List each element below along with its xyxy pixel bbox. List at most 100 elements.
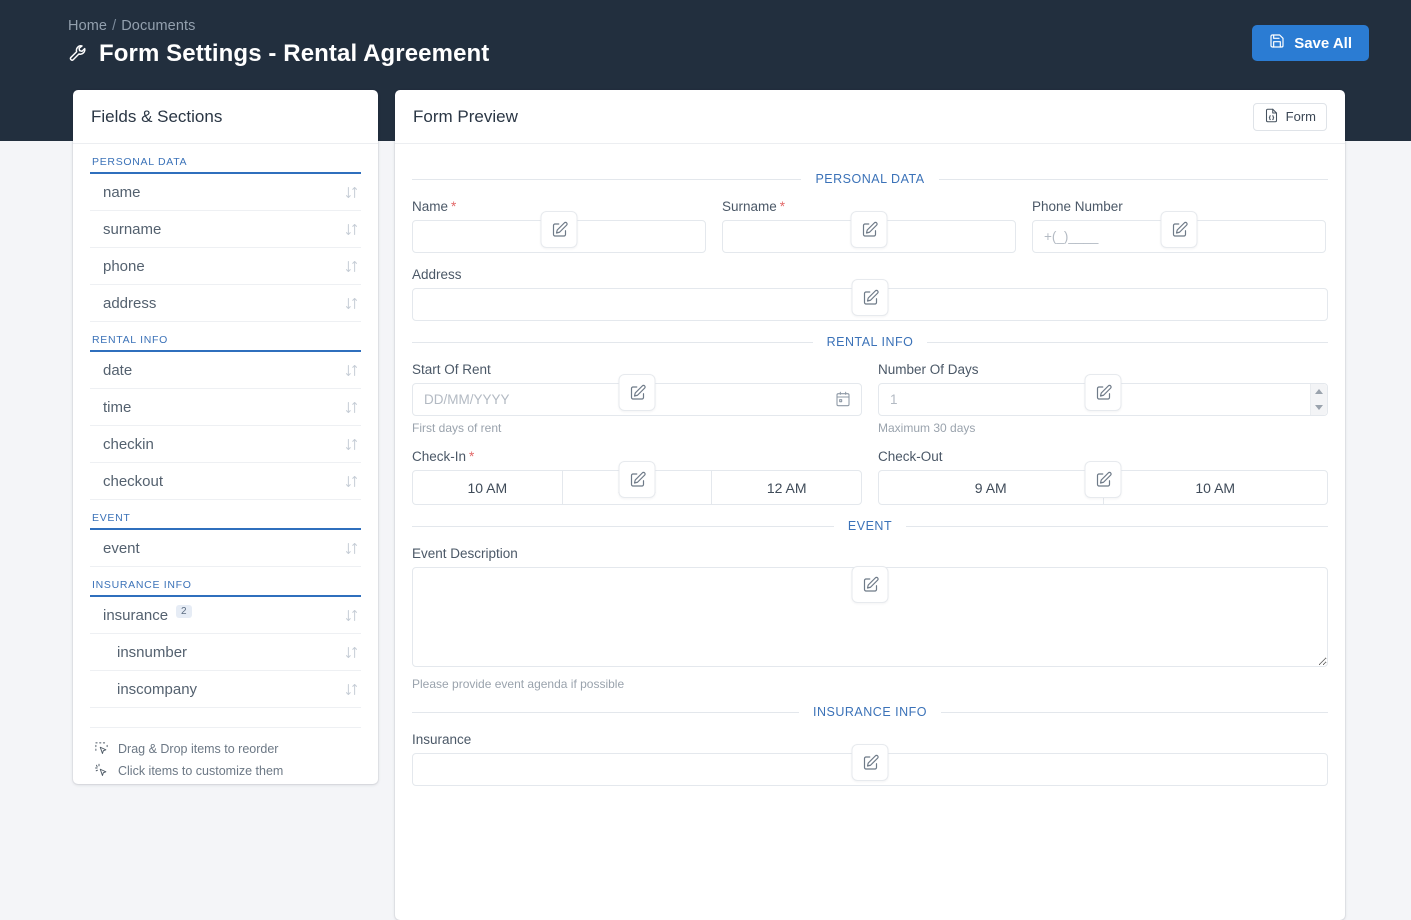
field-name-text: name (103, 184, 141, 201)
sort-updown-icon[interactable] (344, 400, 359, 415)
sort-updown-icon[interactable] (344, 185, 359, 200)
number-spinner[interactable] (1310, 384, 1327, 415)
field-name-text: time (103, 399, 131, 416)
field-row-label: insurance2 (103, 607, 192, 624)
field-label-text: Event Description (412, 546, 518, 561)
hint-item: Click items to customize them (94, 763, 357, 778)
sidebar-header: Fields & Sections (73, 90, 378, 144)
section-header-personal-data: Personal Data (90, 144, 361, 174)
divider-line-left (412, 342, 813, 343)
sort-updown-icon[interactable] (344, 222, 359, 237)
preview-header: Form Preview Form (395, 90, 1345, 144)
sort-updown-icon[interactable] (344, 474, 359, 489)
divider-label: Insurance Info (813, 705, 927, 719)
field-helper-text: Maximum 30 days (878, 421, 1328, 435)
sort-updown-icon[interactable] (344, 296, 359, 311)
save-all-button[interactable]: Save All (1252, 25, 1369, 61)
field-row-group: Event DescriptionPlease provide event ag… (412, 546, 1328, 691)
preview-body: Personal DataName*Surname*Phone NumberAd… (395, 144, 1345, 786)
field-name-text: insnumber (117, 644, 187, 661)
edit-pencil-square-icon[interactable] (1085, 374, 1122, 411)
field-row[interactable]: insnumber (90, 634, 361, 671)
field-row[interactable]: date (90, 352, 361, 389)
field-row-label: address (103, 295, 156, 312)
sidebar-hints: Drag & Drop items to reorderClick items … (90, 727, 361, 778)
segment-option[interactable]: 10 AM (1104, 471, 1328, 504)
field-row[interactable]: address (90, 285, 361, 322)
breadcrumb-home[interactable]: Home (68, 18, 107, 34)
required-asterisk: * (469, 449, 474, 464)
sort-updown-icon[interactable] (344, 363, 359, 378)
wrench-icon (68, 43, 90, 65)
segment-option[interactable]: 12 AM (712, 471, 861, 504)
form-field: Event DescriptionPlease provide event ag… (412, 546, 1328, 691)
field-row-label: date (103, 362, 132, 379)
page-title: Form Settings - Rental Agreement (68, 40, 489, 68)
field-row-label: surname (103, 221, 161, 238)
required-asterisk: * (780, 199, 785, 214)
divider-label: Rental Info (827, 335, 914, 349)
divider-line-left (412, 526, 834, 527)
field-name-text: inscompany (117, 681, 197, 698)
edit-pencil-square-icon[interactable] (852, 566, 889, 603)
field-row[interactable]: inscompany (90, 671, 361, 708)
edit-pencil-square-icon[interactable] (619, 461, 656, 498)
field-row[interactable]: insurance2 (90, 597, 361, 634)
edit-pencil-square-icon[interactable] (851, 211, 888, 248)
segment-option[interactable]: 9 AM (879, 471, 1104, 504)
edit-pencil-square-icon[interactable] (1161, 211, 1198, 248)
form-field: Phone Number (1032, 199, 1326, 253)
sort-updown-icon[interactable] (344, 645, 359, 660)
field-name-text: checkout (103, 473, 163, 490)
segment-option[interactable]: 10 AM (413, 471, 563, 504)
sort-updown-icon[interactable] (344, 541, 359, 556)
field-name-text: phone (103, 258, 145, 275)
form-button[interactable]: Form (1253, 103, 1327, 131)
field-row-label: time (103, 399, 131, 416)
spinner-up-icon[interactable] (1315, 389, 1323, 394)
drag-drop-cursor-icon (94, 741, 109, 756)
spinner-down-icon[interactable] (1315, 405, 1323, 410)
field-list: Personal DatanamesurnamephoneaddressRent… (73, 144, 378, 708)
sort-updown-icon[interactable] (344, 259, 359, 274)
edit-pencil-square-icon[interactable] (541, 211, 578, 248)
divider-line-right (939, 179, 1328, 180)
sort-updown-icon[interactable] (344, 608, 359, 623)
form-field: Check-In*10 AM11 AM12 AM (412, 449, 862, 505)
field-row[interactable]: checkin (90, 426, 361, 463)
sidebar-title: Fields & Sections (91, 107, 222, 127)
click-cursor-icon (94, 763, 109, 778)
edit-pencil-square-icon[interactable] (619, 374, 656, 411)
breadcrumb-documents[interactable]: Documents (121, 18, 195, 34)
sort-updown-icon[interactable] (344, 682, 359, 697)
field-row-label: event (103, 540, 140, 557)
form-button-label: Form (1286, 109, 1316, 124)
field-row[interactable]: phone (90, 248, 361, 285)
field-row[interactable]: surname (90, 211, 361, 248)
required-asterisk: * (451, 199, 456, 214)
field-row-group: Insurance (412, 732, 1328, 786)
field-label-text: Start Of Rent (412, 362, 491, 377)
form-field: Name* (412, 199, 706, 253)
edit-pencil-square-icon[interactable] (1085, 461, 1122, 498)
form-preview-panel: Form Preview Form Personal Data Name* Surn… (395, 90, 1345, 920)
divider-line-left (412, 712, 799, 713)
field-row-label: phone (103, 258, 145, 275)
field-row[interactable]: checkout (90, 463, 361, 500)
breadcrumb: Home/Documents (68, 18, 195, 34)
edit-pencil-square-icon[interactable] (852, 744, 889, 781)
edit-pencil-square-icon[interactable] (852, 279, 889, 316)
section-header-event: Event (90, 500, 361, 530)
save-floppy-icon (1269, 33, 1285, 53)
divider-line-right (927, 342, 1328, 343)
field-row[interactable]: time (90, 389, 361, 426)
divider-label: Event (848, 519, 892, 533)
hint-text: Click items to customize them (118, 764, 283, 778)
sort-updown-icon[interactable] (344, 437, 359, 452)
section-divider: Personal Data (412, 172, 1328, 186)
form-field: Surname* (722, 199, 1016, 253)
field-row[interactable]: name (90, 174, 361, 211)
field-row[interactable]: event (90, 530, 361, 567)
field-row-group: Check-In*10 AM11 AM12 AMCheck-Out9 AM10 … (412, 449, 1328, 505)
field-label-text: Check-In (412, 449, 466, 464)
